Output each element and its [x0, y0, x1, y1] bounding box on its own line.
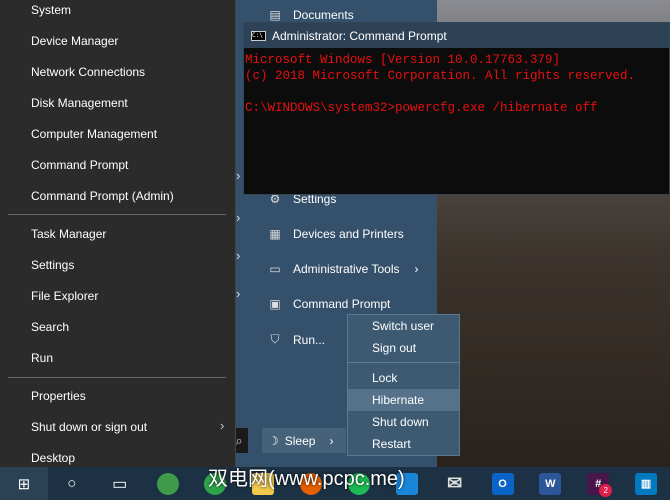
- chevron-right-icon: ›: [414, 262, 419, 276]
- command-prompt-window[interactable]: C:\ Administrator: Command Prompt Microso…: [243, 22, 670, 195]
- window-title-bar[interactable]: C:\ Administrator: Command Prompt: [244, 23, 669, 48]
- menu-item-run[interactable]: Run: [31, 351, 53, 365]
- sleep-button[interactable]: ☽ Sleep ›: [262, 428, 346, 453]
- chevron-right-icon[interactable]: ›: [236, 248, 240, 263]
- power-item-sign-out[interactable]: Sign out: [348, 337, 459, 359]
- start-item-run[interactable]: ⛉ Run...: [266, 332, 325, 347]
- outlook-icon: O: [491, 472, 514, 495]
- taskbar-mail[interactable]: ✉: [431, 467, 479, 500]
- watermark: 双电网(www.pcpc.me): [208, 468, 405, 490]
- moon-icon: ☽: [268, 433, 279, 448]
- chrome-icon: [156, 472, 179, 495]
- chevron-right-icon[interactable]: ›: [236, 210, 240, 225]
- task-view-icon: ▭: [112, 475, 128, 493]
- power-item-switch-user[interactable]: Switch user: [348, 315, 459, 337]
- taskbar-trello[interactable]: ▥: [622, 467, 670, 500]
- menu-item-task-manager[interactable]: Task Manager: [31, 227, 106, 241]
- notification-badge: 2: [599, 484, 613, 497]
- start-item-devices-printers[interactable]: ▦ Devices and Printers: [266, 227, 403, 241]
- cortana-icon: ○: [67, 475, 77, 492]
- menu-item-disk-management[interactable]: Disk Management: [31, 96, 128, 110]
- menu-item-settings[interactable]: Settings: [31, 258, 74, 272]
- admin-tools-icon: ▭: [269, 262, 281, 276]
- task-view-button[interactable]: ▭: [96, 467, 144, 500]
- trello-icon: ▥: [635, 472, 658, 495]
- search-button[interactable]: ○: [48, 467, 96, 500]
- divider: [8, 377, 226, 378]
- taskbar-chrome-profile[interactable]: [144, 467, 192, 500]
- menu-item-desktop[interactable]: Desktop: [31, 451, 75, 465]
- start-item-command-prompt[interactable]: ▣ Command Prompt: [266, 297, 390, 311]
- taskbar-word[interactable]: W: [526, 467, 574, 500]
- chevron-right-icon: ›: [220, 418, 225, 433]
- menu-item-device-manager[interactable]: Device Manager: [31, 34, 118, 48]
- console-output[interactable]: Microsoft Windows [Version 10.0.17763.37…: [244, 48, 669, 120]
- start-button[interactable]: ⊞: [0, 467, 48, 500]
- power-item-restart[interactable]: Restart: [348, 433, 459, 455]
- power-item-hibernate[interactable]: Hibernate: [348, 389, 459, 411]
- menu-item-file-explorer[interactable]: File Explorer: [31, 289, 98, 303]
- menu-item-properties[interactable]: Properties: [31, 389, 86, 403]
- chevron-right-icon: ›: [329, 433, 334, 448]
- power-submenu: Switch user Sign out Lock Hibernate Shut…: [347, 314, 460, 456]
- menu-item-command-prompt-admin[interactable]: Command Prompt (Admin): [31, 189, 174, 203]
- menu-item-network-connections[interactable]: Network Connections: [31, 65, 145, 79]
- word-icon: W: [539, 472, 562, 495]
- divider: [8, 214, 226, 215]
- start-item-admin-tools[interactable]: ▭ Administrative Tools ›: [266, 262, 419, 276]
- power-item-lock[interactable]: Lock: [348, 367, 459, 389]
- menu-item-command-prompt[interactable]: Command Prompt: [31, 158, 128, 172]
- start-item-documents[interactable]: ▤ Documents: [266, 8, 353, 22]
- chevron-right-icon[interactable]: ›: [236, 286, 240, 301]
- taskbar-outlook[interactable]: O: [479, 467, 527, 500]
- run-icon: ⛉: [270, 332, 280, 346]
- menu-item-computer-management[interactable]: Computer Management: [31, 127, 157, 141]
- taskbar-slack[interactable]: #2: [574, 467, 622, 500]
- mail-icon: ✉: [447, 473, 463, 493]
- divider: [348, 362, 459, 363]
- windows-icon: ⊞: [17, 475, 31, 493]
- chevron-right-icon[interactable]: ›: [236, 168, 240, 183]
- menu-item-search[interactable]: Search: [31, 320, 69, 334]
- menu-item-shut-down-sign-out[interactable]: Shut down or sign out: [31, 420, 147, 434]
- document-icon: ▤: [269, 8, 281, 22]
- cmd-icon: ▣: [269, 297, 281, 311]
- cmd-icon: C:\: [251, 30, 266, 41]
- printer-icon: ▦: [269, 227, 281, 241]
- power-item-shut-down[interactable]: Shut down: [348, 411, 459, 433]
- winx-menu: System Device Manager Network Connection…: [0, 0, 236, 467]
- menu-item-system[interactable]: System: [31, 3, 71, 17]
